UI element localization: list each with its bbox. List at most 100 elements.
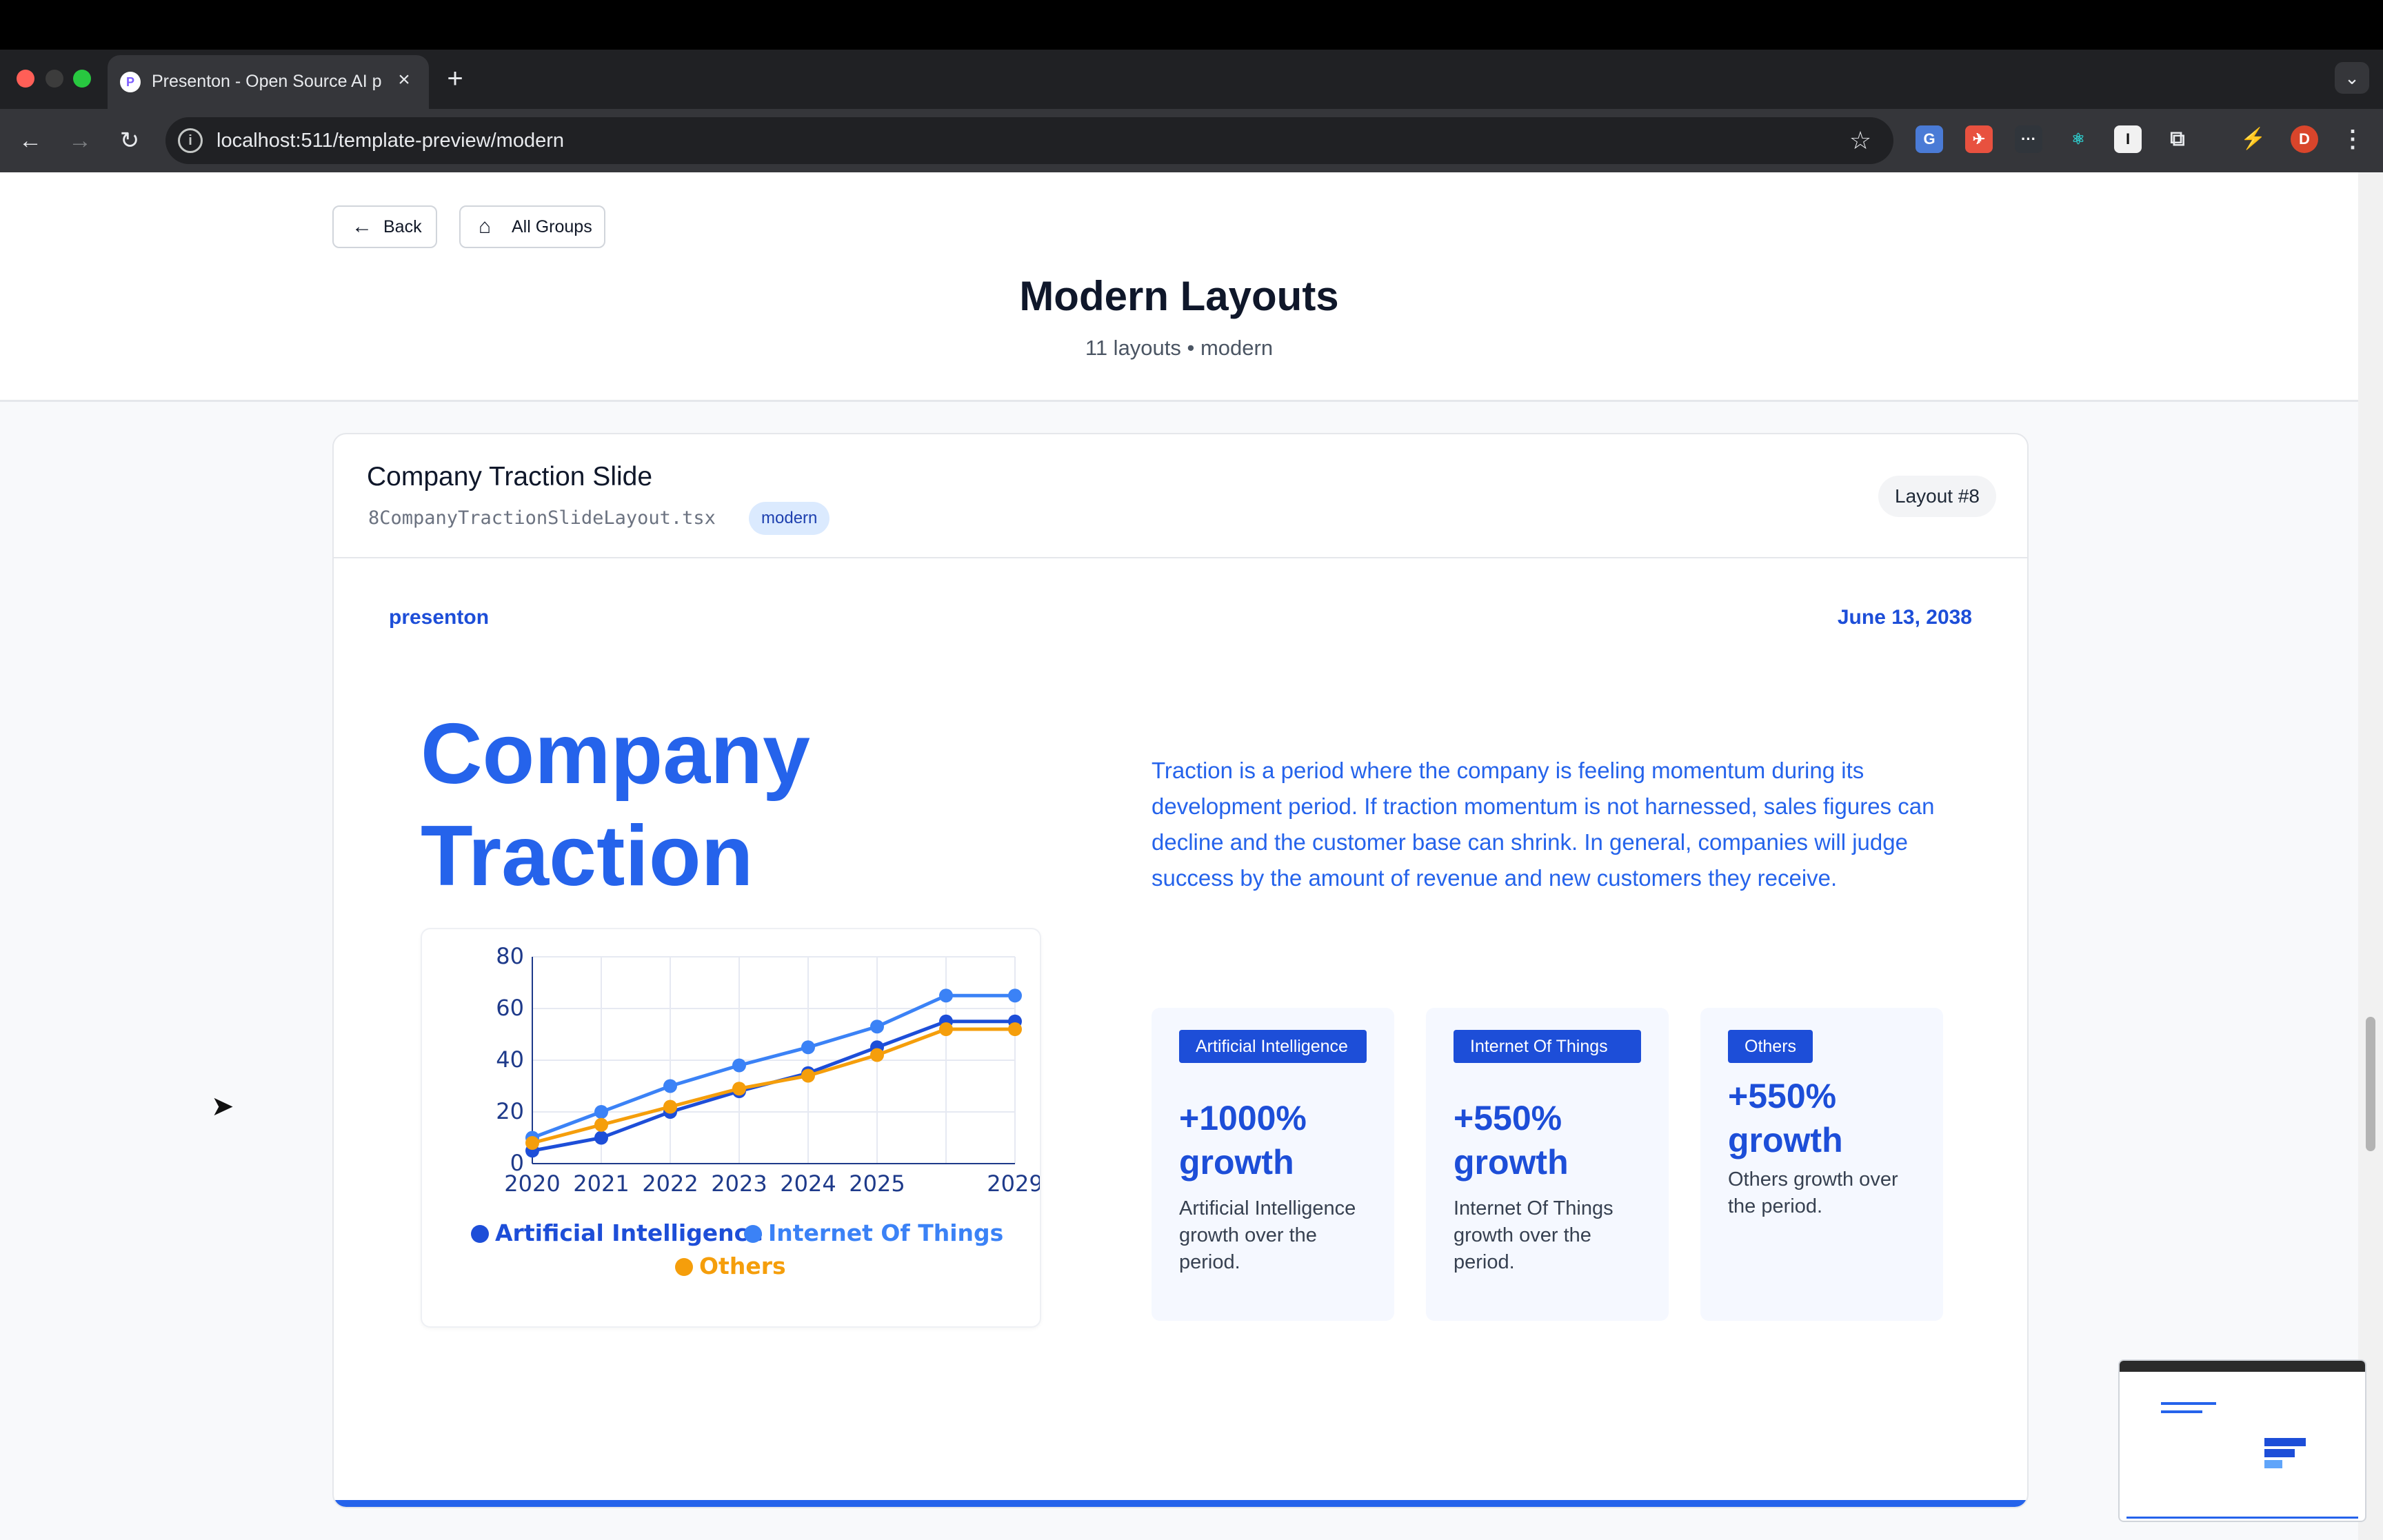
stat-description: Others growth over the period. bbox=[1728, 1168, 1898, 1217]
x-tick-label: 2029 bbox=[987, 1171, 1040, 1197]
x-tick-label: 2024 bbox=[780, 1171, 836, 1197]
thumbnail-accent bbox=[2126, 1517, 2358, 1519]
x-tick-label: 2020 bbox=[504, 1171, 560, 1197]
series-line bbox=[532, 1020, 1015, 1153]
stat-tag: Artificial Intelligence bbox=[1179, 1030, 1367, 1063]
back-button[interactable]: ← Back bbox=[332, 205, 437, 248]
stat-description: Internet Of Things growth over the perio… bbox=[1454, 1197, 1613, 1273]
address-bar[interactable]: i localhost:511/template-preview/modern … bbox=[165, 117, 1893, 164]
legend-swatch bbox=[675, 1258, 693, 1276]
slide-description: Traction is a period where the company i… bbox=[1152, 758, 1935, 891]
data-point bbox=[594, 1117, 608, 1132]
close-window-button[interactable] bbox=[17, 70, 34, 88]
browser-tab[interactable]: P Presenton - Open Source AI p × bbox=[108, 55, 429, 109]
traction-line-chart: 0204060802020 2021 2022 2023 2024 2025 2029Art… bbox=[471, 943, 1043, 1279]
group-badge: modern bbox=[749, 502, 830, 535]
card-filename: 8CompanyTractionSlideLayout.tsx bbox=[368, 507, 716, 529]
stat-card: Internet Of Things +550% growth Internet… bbox=[1426, 1008, 1669, 1321]
scrollbar-thumb[interactable] bbox=[2366, 1017, 2375, 1151]
mouse-cursor-icon: ➤ bbox=[211, 1091, 234, 1122]
data-point bbox=[663, 1100, 677, 1114]
arrow-left-icon: ← bbox=[352, 215, 372, 238]
stat-card: Artificial Intelligence +1000% growth Ar… bbox=[1152, 1008, 1394, 1321]
site-info-icon[interactable]: i bbox=[178, 128, 203, 153]
slide-brand: presenton bbox=[389, 606, 490, 629]
i-extension-icon[interactable]: I bbox=[2114, 125, 2142, 153]
stat-tag: Others bbox=[1728, 1030, 1813, 1063]
preview-thumbnail[interactable] bbox=[2118, 1359, 2366, 1522]
y-tick-label: 60 bbox=[496, 995, 524, 1021]
thumbnail-bar bbox=[2264, 1438, 2306, 1446]
legend-label: Artificial Intelligence bbox=[495, 1219, 763, 1246]
profile-avatar[interactable]: D bbox=[2291, 125, 2318, 153]
x-tick-label: 2023 bbox=[711, 1171, 767, 1197]
rocket-extension-icon[interactable]: ✈ bbox=[1965, 125, 1993, 153]
stat-card: Others +550% growth Others growth over t… bbox=[1700, 1008, 1943, 1321]
thumbnail-title-mark bbox=[2161, 1410, 2202, 1413]
layout-card: Company Traction Slide 8CompanyTractionS… bbox=[332, 433, 2029, 1508]
thumbnail-bar bbox=[2264, 1449, 2295, 1457]
page-subtitle: 11 layouts • modern bbox=[1085, 336, 1274, 360]
tab-title: Presenton - Open Source AI p bbox=[152, 72, 382, 91]
card-accent-bar bbox=[334, 1500, 2027, 1507]
y-tick-label: 20 bbox=[496, 1098, 524, 1124]
data-point bbox=[801, 1068, 815, 1083]
card-header: Company Traction Slide 8CompanyTractionS… bbox=[334, 434, 2027, 558]
scrollbar-track[interactable] bbox=[2358, 172, 2383, 1540]
extensions-puzzle-icon[interactable]: ⧉ bbox=[2164, 125, 2191, 153]
data-point bbox=[525, 1136, 539, 1150]
performance-icon[interactable]: ⚡ bbox=[2240, 125, 2267, 153]
back-label: Back bbox=[383, 217, 422, 236]
data-point bbox=[1008, 989, 1022, 1003]
data-point bbox=[594, 1131, 608, 1145]
data-point bbox=[594, 1105, 608, 1119]
all-groups-button[interactable]: ⌂ All Groups bbox=[459, 205, 605, 248]
reload-icon[interactable]: ↻ bbox=[112, 123, 148, 159]
x-tick-label: 2025 bbox=[849, 1171, 905, 1197]
legend-swatch bbox=[744, 1225, 762, 1243]
slide-title: Company Traction bbox=[421, 707, 810, 904]
data-point bbox=[870, 1020, 884, 1034]
stat-value: +550% growth bbox=[1454, 1099, 1569, 1182]
data-point bbox=[732, 1058, 746, 1073]
thumbnail-title-mark bbox=[2161, 1402, 2216, 1405]
card-title: Company Traction Slide bbox=[367, 462, 653, 492]
back-nav-icon[interactable]: ← bbox=[12, 123, 48, 159]
page-title: Modern Layouts bbox=[1019, 273, 1339, 319]
data-point bbox=[801, 1040, 815, 1055]
stat-tag: Internet Of Things bbox=[1454, 1030, 1641, 1063]
y-tick-label: 40 bbox=[496, 1046, 524, 1073]
layout-number-badge: Layout #8 bbox=[1878, 476, 1996, 517]
thumbnail-chrome bbox=[2120, 1361, 2365, 1372]
data-point bbox=[663, 1079, 677, 1093]
legend-label: Others bbox=[699, 1253, 786, 1279]
forward-nav-icon[interactable]: → bbox=[62, 123, 98, 159]
y-tick-label: 80 bbox=[496, 943, 524, 969]
legend-swatch bbox=[471, 1225, 489, 1243]
data-point bbox=[939, 989, 953, 1003]
data-point bbox=[732, 1082, 746, 1096]
stat-value: +1000% growth bbox=[1179, 1099, 1307, 1182]
legend-label: Internet Of Things bbox=[768, 1219, 1003, 1246]
minimize-window-button[interactable] bbox=[46, 70, 63, 88]
tab-search-button[interactable]: ⌄ bbox=[2335, 62, 2369, 94]
x-tick-label: 2021 bbox=[573, 1171, 629, 1197]
new-tab-button[interactable]: + bbox=[440, 63, 470, 94]
bookmark-star-icon[interactable]: ☆ bbox=[1845, 125, 1876, 156]
macos-menubar bbox=[0, 0, 2383, 50]
favicon-icon: P bbox=[120, 72, 141, 92]
translate-extension-icon[interactable]: G bbox=[1916, 125, 1943, 153]
url-text[interactable]: localhost:511/template-preview/modern bbox=[217, 127, 564, 154]
stat-value: +550% growth bbox=[1728, 1077, 1843, 1159]
x-tick-label: 2022 bbox=[642, 1171, 698, 1197]
data-point bbox=[939, 1022, 953, 1036]
chart-container: 0 20 40 60 80 2020 2021 2022 2023 2024 2025 2029 Art… bbox=[421, 928, 1043, 1328]
slide-date: June 13, 2038 bbox=[1837, 606, 1972, 629]
more-menu-icon[interactable]: ⋮ bbox=[2339, 125, 2366, 153]
react-extension-icon[interactable]: ⚛ bbox=[2064, 125, 2092, 153]
dots-extension-icon[interactable]: ··· bbox=[2015, 125, 2042, 153]
tab-close-icon[interactable]: × bbox=[392, 68, 416, 92]
home-icon: ⌂ bbox=[479, 215, 492, 238]
stat-description: Artificial Intelligence growth over the … bbox=[1179, 1197, 1356, 1273]
maximize-window-button[interactable] bbox=[73, 70, 91, 88]
